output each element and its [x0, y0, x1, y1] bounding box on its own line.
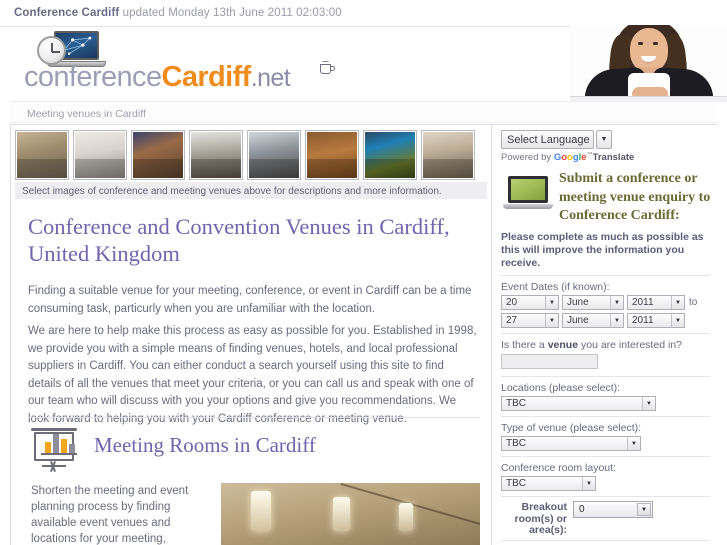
venue-thumbnail-5[interactable]: [247, 130, 301, 180]
gallery-caption: Select images of conference and meeting …: [15, 182, 487, 199]
businesswoman-photo: [570, 25, 727, 102]
select-language-dropdown[interactable]: Select Language: [501, 130, 594, 149]
breakout-select[interactable]: 0 ▼: [573, 501, 653, 519]
event-date-from-row: 20 ▼ June ▼ 2011 ▼ to: [501, 295, 710, 311]
breakout-row: Breakout room(s) or area(s): 0 ▼: [501, 496, 710, 540]
start-year-value: 2011: [632, 297, 654, 309]
chevron-down-icon: ▼: [582, 477, 595, 491]
venue-question-suffix: you are interested in?: [578, 339, 682, 352]
venue-thumbnail-4[interactable]: [189, 130, 243, 180]
enquiry-note: Please complete as much as possible as t…: [501, 231, 710, 277]
enquiry-header-block: Submit a conference or meeting venue enq…: [501, 170, 710, 226]
venue-thumbnail-1[interactable]: [15, 130, 69, 180]
google-wordmark: Google: [553, 152, 587, 164]
event-dates-label: Event Dates (if known):: [501, 281, 610, 294]
top-status-bar: Conference Cardiff updated Monday 13th J…: [0, 0, 727, 27]
google-translate-widget[interactable]: Select Language ▼: [501, 130, 710, 149]
breakout-value: 0: [579, 504, 585, 516]
page-root: Conference Cardiff updated Monday 13th J…: [0, 0, 727, 545]
translate-label: Translate: [592, 152, 635, 164]
venue-question-prefix: Is there a: [501, 339, 548, 352]
powered-by-label: Powered by: [501, 152, 552, 164]
chevron-down-icon: ▼: [610, 296, 623, 310]
coffee-cup-icon: [320, 61, 335, 75]
venue-question-label: Is there a venue you are interested in?: [501, 339, 710, 351]
powered-by-google-translate: Powered by Google™Translate: [501, 152, 635, 164]
venue-type-label: Type of venue (please select):: [501, 422, 642, 435]
room-layout-value: TBC: [506, 478, 526, 490]
breadcrumb-text: Meeting venues in Cardiff: [27, 108, 146, 120]
breakout-label: Breakout room(s) or area(s):: [514, 501, 568, 537]
site-logo[interactable]: conferenceCardiff.net: [14, 29, 344, 97]
room-layout-select[interactable]: TBC ▼: [501, 476, 596, 492]
sidebar-divider: [501, 376, 710, 378]
venue-thumbnail-7[interactable]: [363, 130, 417, 180]
content-area: Select images of conference and meeting …: [10, 124, 718, 545]
chevron-down-icon[interactable]: ▼: [596, 130, 612, 149]
top-status-text: Conference Cardiff updated Monday 13th J…: [0, 0, 727, 19]
intro-paragraph-1: Finding a suitable venue for your meetin…: [28, 285, 472, 315]
date-range-to-label: to: [689, 297, 698, 309]
start-day-value: 20: [506, 297, 518, 309]
venue-thumbnail-8[interactable]: [421, 130, 475, 180]
end-year-value: 2011: [632, 315, 654, 327]
chevron-down-icon: ▼: [637, 503, 651, 517]
chevron-down-icon: ▼: [545, 314, 558, 328]
last-updated-text: updated Monday 13th June 2011 02:03:00: [122, 7, 342, 19]
chevron-down-icon: ▼: [545, 296, 558, 310]
chevron-down-icon: ▼: [610, 314, 623, 328]
end-day-value: 27: [506, 315, 518, 327]
chevron-down-icon: ▼: [671, 296, 684, 310]
start-month-select[interactable]: June ▼: [562, 295, 624, 311]
venue-type-value: TBC: [506, 438, 526, 450]
intro-paragraph-2: We are here to help make this process as…: [28, 325, 477, 425]
breadcrumb: Meeting venues in Cardiff: [10, 101, 717, 123]
logo-wordmark: conferenceCardiff.net: [24, 61, 291, 94]
main-column: Select images of conference and meeting …: [11, 125, 492, 545]
locations-value: TBC: [506, 398, 526, 410]
site-header: conferenceCardiff.net: [0, 25, 727, 102]
start-day-select[interactable]: 20 ▼: [501, 295, 559, 311]
locations-label: Locations (please select):: [501, 382, 621, 395]
presentation-chart-icon: [31, 428, 77, 472]
site-name: Conference Cardiff: [14, 7, 120, 19]
venue-interest-input[interactable]: [501, 354, 598, 370]
end-month-select[interactable]: June ▼: [562, 313, 624, 329]
delegates-row: Number of delegates:: [501, 539, 710, 545]
chevron-down-icon: ▼: [642, 397, 655, 411]
venue-thumbnail-strip: [15, 130, 487, 180]
logo-text-net: .net: [250, 64, 291, 92]
room-layout-label: Conference room layout:: [501, 462, 616, 475]
start-year-select[interactable]: 2011 ▼: [627, 295, 685, 311]
venue-thumbnail-6[interactable]: [305, 130, 359, 180]
sidebar-divider: [501, 456, 710, 458]
laptop-icon: [503, 176, 553, 214]
start-month-value: June: [567, 297, 589, 309]
sidebar: Select Language ▼ Powered by Google™Tran…: [493, 125, 718, 545]
enquiry-heading: Submit a conference or meeting venue enq…: [559, 171, 711, 224]
chevron-down-icon: ▼: [671, 314, 684, 328]
meeting-room-photo: [221, 483, 480, 545]
end-year-select[interactable]: 2011 ▼: [627, 313, 685, 329]
venue-thumbnail-2[interactable]: [73, 130, 127, 180]
clock-icon: [37, 36, 66, 65]
page-title: Conference and Convention Venues in Card…: [28, 214, 450, 266]
meeting-rooms-title: Meeting Rooms in Cardiff: [94, 433, 316, 457]
chevron-down-icon: ▼: [627, 437, 640, 451]
locations-select[interactable]: TBC ▼: [501, 396, 656, 412]
end-month-value: June: [567, 315, 589, 327]
logo-text-cardiff: Cardiff: [161, 61, 252, 93]
venue-thumbnail-3[interactable]: [131, 130, 185, 180]
event-date-to-row: 27 ▼ June ▼ 2011 ▼: [501, 313, 710, 329]
venue-type-select[interactable]: TBC ▼: [501, 436, 641, 452]
venue-question-strong: venue: [547, 339, 579, 352]
logo-text-conference: conference: [24, 61, 162, 93]
meeting-rooms-text: Shorten the meeting and event planning p…: [31, 485, 189, 545]
sidebar-divider: [501, 333, 710, 335]
end-day-select[interactable]: 27 ▼: [501, 313, 559, 329]
sidebar-divider: [501, 416, 710, 418]
section-divider: [28, 417, 480, 418]
